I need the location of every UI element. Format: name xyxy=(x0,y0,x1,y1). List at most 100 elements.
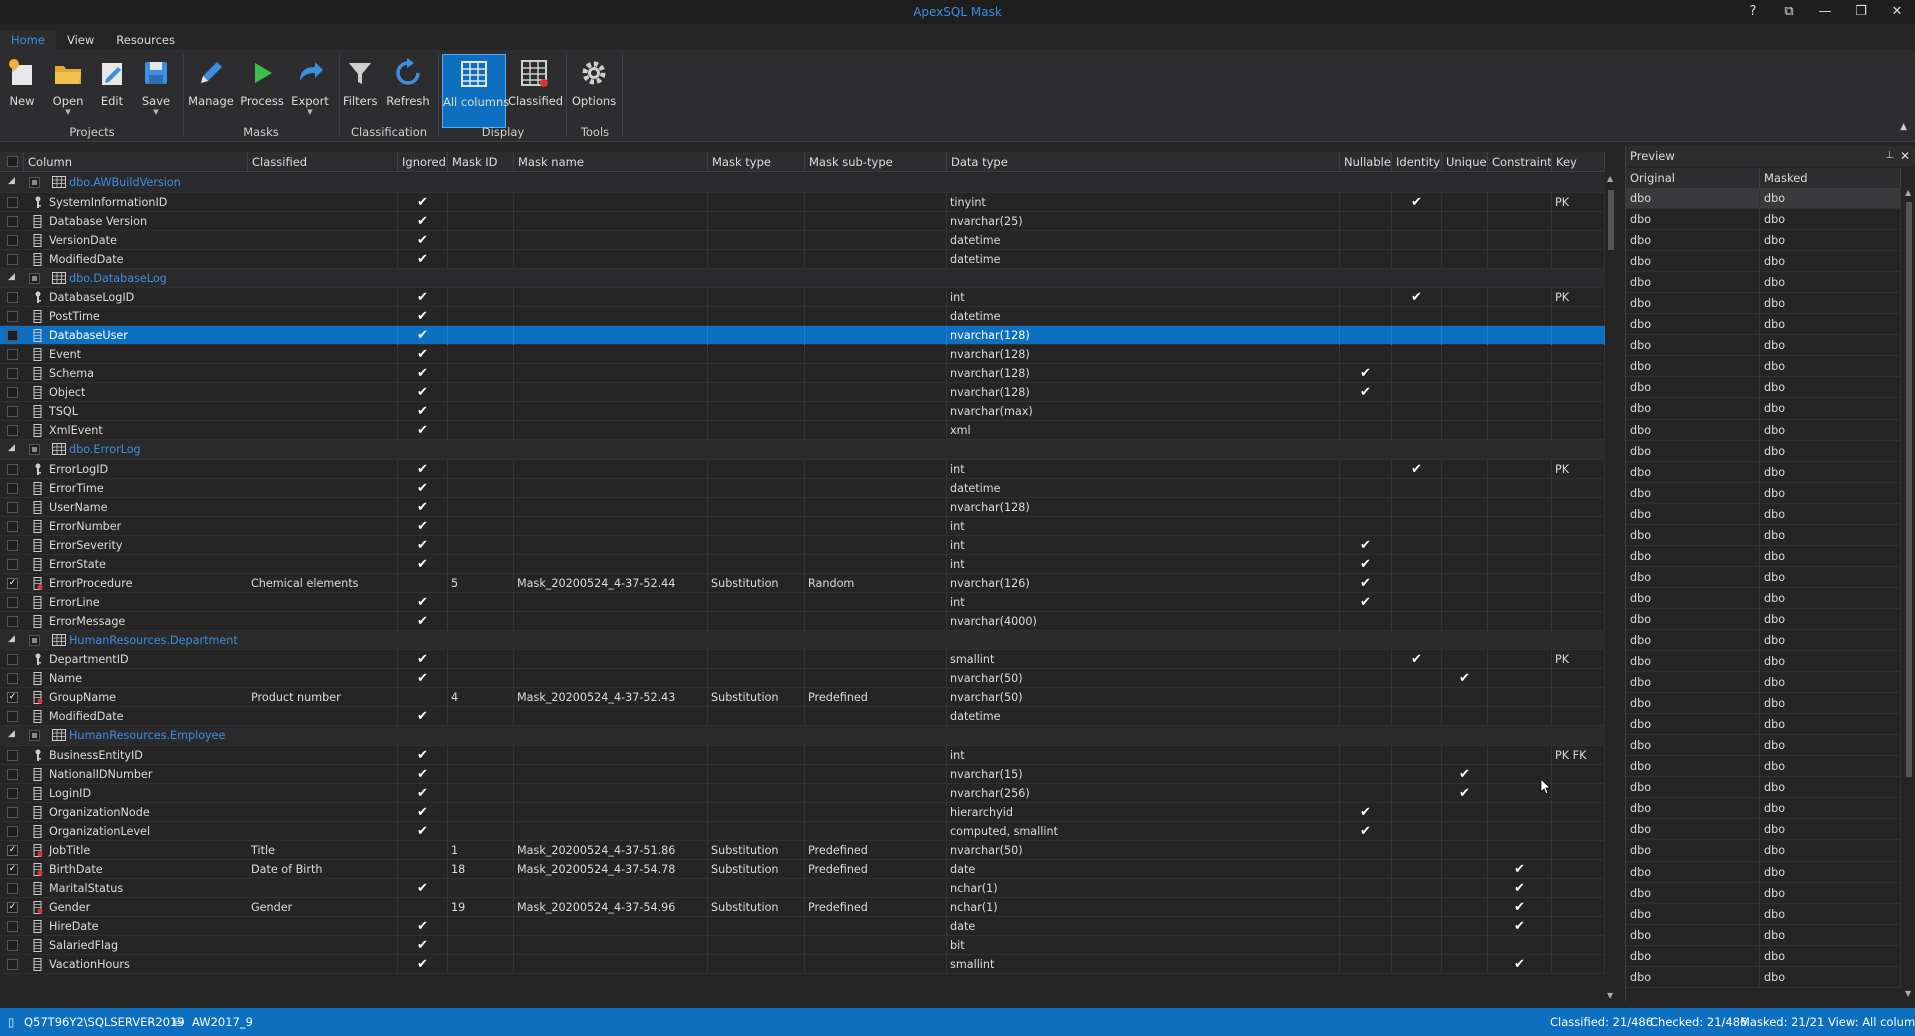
nullable-cell[interactable] xyxy=(1340,669,1392,688)
scroll-thumb[interactable] xyxy=(1608,190,1614,250)
nullable-cell[interactable] xyxy=(1340,935,1392,955)
table-row[interactable]: Schema ✔ nvarchar(128) ✔ xyxy=(0,364,1605,383)
identity-cell[interactable] xyxy=(1392,669,1442,688)
classified-cell[interactable]: Date of Birth xyxy=(248,859,398,879)
ignored-cell[interactable]: ✔ xyxy=(398,345,448,364)
classified-cell[interactable] xyxy=(248,707,398,726)
identity-cell[interactable]: ✔ xyxy=(1392,288,1442,307)
mask-id-cell[interactable] xyxy=(448,421,514,440)
constraints-cell[interactable] xyxy=(1488,745,1552,765)
row-checkbox[interactable] xyxy=(7,196,18,208)
mask-sub-type-cell[interactable]: Predefined xyxy=(805,840,947,860)
help-icon[interactable]: ? xyxy=(1735,0,1771,24)
mask-sub-type-cell[interactable]: Predefined xyxy=(805,688,947,707)
key-cell[interactable] xyxy=(1552,497,1605,517)
nullable-cell[interactable] xyxy=(1340,249,1392,269)
classified-cell[interactable] xyxy=(248,611,398,631)
constraints-cell[interactable] xyxy=(1488,840,1552,860)
key-cell[interactable] xyxy=(1552,383,1605,402)
mask-id-cell[interactable] xyxy=(448,650,514,669)
unique-cell[interactable] xyxy=(1442,859,1488,879)
ignored-cell[interactable]: ✔ xyxy=(398,211,448,231)
constraints-cell[interactable] xyxy=(1488,478,1552,498)
unique-cell[interactable] xyxy=(1442,535,1488,555)
mask-id-cell[interactable] xyxy=(448,383,514,402)
key-cell[interactable] xyxy=(1552,840,1605,860)
classified-cell[interactable] xyxy=(248,954,398,974)
preview-row[interactable]: dbo dbo xyxy=(1626,272,1901,294)
new-button[interactable]: New xyxy=(4,54,40,128)
ignored-cell[interactable]: ✔ xyxy=(398,802,448,822)
identity-cell[interactable] xyxy=(1392,345,1442,364)
header-mask-name[interactable]: Mask name xyxy=(514,152,708,172)
data-type-cell[interactable]: int xyxy=(947,288,1340,307)
mask-name-cell[interactable] xyxy=(514,954,708,974)
key-cell[interactable] xyxy=(1552,821,1605,841)
unique-cell[interactable] xyxy=(1442,650,1488,669)
key-cell[interactable] xyxy=(1552,535,1605,555)
mask-name-cell[interactable] xyxy=(514,402,708,421)
key-cell[interactable] xyxy=(1552,707,1605,726)
nullable-cell[interactable] xyxy=(1340,516,1392,536)
mask-name-cell[interactable]: Mask_20200524_4-37-54.96 xyxy=(514,897,708,917)
group-checkbox[interactable] xyxy=(29,634,40,646)
data-type-cell[interactable]: nvarchar(128) xyxy=(947,345,1340,364)
nullable-cell[interactable] xyxy=(1340,497,1392,517)
group-checkbox[interactable] xyxy=(29,272,40,284)
preview-row[interactable]: dbo dbo xyxy=(1626,651,1901,673)
unique-cell[interactable] xyxy=(1442,840,1488,860)
key-cell[interactable] xyxy=(1552,364,1605,383)
mask-sub-type-cell[interactable] xyxy=(805,783,947,803)
table-row[interactable]: DatabaseUser ✔ nvarchar(128) xyxy=(0,326,1605,345)
nullable-cell[interactable] xyxy=(1340,840,1392,860)
mask-type-cell[interactable] xyxy=(708,954,805,974)
row-checkbox[interactable] xyxy=(7,787,18,799)
unique-cell[interactable] xyxy=(1442,307,1488,326)
row-checkbox[interactable] xyxy=(7,615,18,627)
table-row[interactable]: OrganizationNode ✔ hierarchyid ✔ xyxy=(0,802,1605,822)
unique-cell[interactable] xyxy=(1442,878,1488,898)
mask-id-cell[interactable] xyxy=(448,307,514,326)
data-type-cell[interactable]: bit xyxy=(947,935,1340,955)
mask-id-cell[interactable] xyxy=(448,592,514,612)
nullable-cell[interactable] xyxy=(1340,402,1392,421)
unique-cell[interactable] xyxy=(1442,916,1488,936)
nullable-cell[interactable] xyxy=(1340,192,1392,212)
mask-name-cell[interactable] xyxy=(514,288,708,307)
ignored-cell[interactable] xyxy=(398,840,448,860)
mask-sub-type-cell[interactable] xyxy=(805,916,947,936)
key-cell[interactable]: PK xyxy=(1552,459,1605,479)
unique-cell[interactable] xyxy=(1442,345,1488,364)
constraints-cell[interactable] xyxy=(1488,459,1552,479)
preview-scroll-up-icon[interactable]: ▲ xyxy=(1905,188,1911,197)
mask-sub-type-cell[interactable] xyxy=(805,288,947,307)
ignored-cell[interactable]: ✔ xyxy=(398,650,448,669)
classified-cell[interactable] xyxy=(248,307,398,326)
key-cell[interactable] xyxy=(1552,345,1605,364)
table-row[interactable]: TSQL ✔ nvarchar(max) xyxy=(0,402,1605,421)
preview-row[interactable]: dbo dbo xyxy=(1626,356,1901,378)
classified-cell[interactable] xyxy=(248,421,398,440)
data-type-cell[interactable]: nvarchar(256) xyxy=(947,783,1340,803)
data-type-cell[interactable]: computed, smallint xyxy=(947,821,1340,841)
identity-cell[interactable] xyxy=(1392,611,1442,631)
unique-cell[interactable] xyxy=(1442,821,1488,841)
mask-id-cell[interactable] xyxy=(448,364,514,383)
table-row[interactable]: ✓ JobTitle Title 1 Mask_20200524_4-37-51.86 S… xyxy=(0,840,1605,860)
unique-cell[interactable] xyxy=(1442,611,1488,631)
key-cell[interactable] xyxy=(1552,878,1605,898)
key-cell[interactable] xyxy=(1552,802,1605,822)
mask-id-cell[interactable] xyxy=(448,745,514,765)
data-type-cell[interactable]: xml xyxy=(947,421,1340,440)
row-checkbox[interactable] xyxy=(7,520,18,532)
nullable-cell[interactable] xyxy=(1340,688,1392,707)
ignored-cell[interactable]: ✔ xyxy=(398,669,448,688)
data-type-cell[interactable]: date xyxy=(947,859,1340,879)
table-row[interactable]: ErrorSeverity ✔ int ✔ xyxy=(0,535,1605,555)
data-type-cell[interactable]: nchar(1) xyxy=(947,897,1340,917)
data-type-cell[interactable]: nchar(1) xyxy=(947,878,1340,898)
unique-cell[interactable] xyxy=(1442,326,1488,345)
key-cell[interactable] xyxy=(1552,592,1605,612)
data-type-cell[interactable]: nvarchar(15) xyxy=(947,764,1340,784)
identity-cell[interactable] xyxy=(1392,935,1442,955)
